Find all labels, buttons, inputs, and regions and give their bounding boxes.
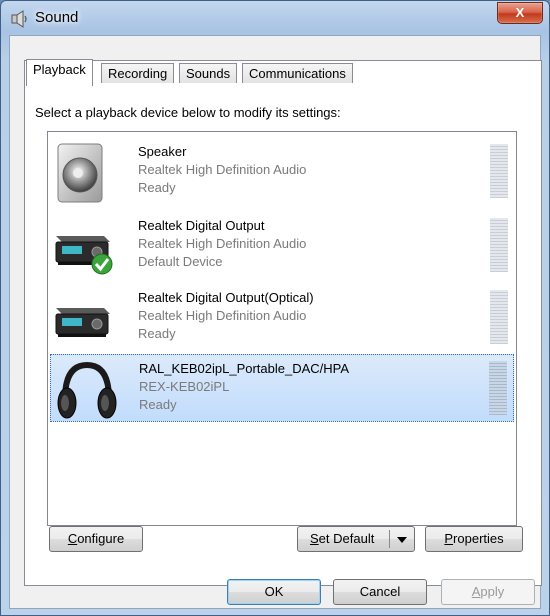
device-item-speaker[interactable]: Speaker Realtek High Definition Audio Re…	[50, 138, 514, 206]
close-button[interactable]: X	[497, 2, 543, 24]
configure-mnemonic: C	[67, 531, 78, 546]
apply-button[interactable]: Apply	[441, 579, 535, 605]
tab-communications-label: Communications	[249, 66, 346, 81]
device-driver: Realtek High Definition Audio	[138, 236, 307, 251]
cancel-button[interactable]: Cancel	[333, 579, 427, 605]
set-default-mnemonic: S	[310, 531, 319, 546]
device-name: Realtek Digital Output	[138, 218, 265, 233]
configure-label: onfigure	[77, 531, 125, 546]
volume-meter	[489, 361, 507, 415]
ok-button[interactable]: OK	[227, 579, 321, 605]
close-icon: X	[515, 5, 525, 20]
sound-app-icon	[11, 10, 27, 28]
ok-label: OK	[264, 584, 284, 599]
tab-sounds-label: Sounds	[186, 66, 231, 81]
apply-label: pply	[480, 584, 505, 599]
tab-recording[interactable]: Recording	[101, 63, 175, 83]
instruction-text: Select a playback device below to modify…	[35, 105, 341, 120]
digital-output-icon	[55, 308, 110, 337]
sound-dialog-window: Sound X Playback Recording Sounds Commun…	[0, 0, 550, 616]
device-name: Realtek Digital Output(Optical)	[138, 290, 314, 305]
cancel-label: Cancel	[359, 584, 401, 599]
device-driver: Realtek High Definition Audio	[138, 162, 307, 177]
device-status: Default Device	[138, 254, 223, 269]
device-status: Ready	[138, 180, 176, 195]
set-default-label: et Default	[318, 531, 375, 546]
device-item-realtek-digital-output[interactable]: Realtek Digital Output Realtek High Defi…	[50, 212, 514, 280]
tab-playback[interactable]: Playback	[26, 59, 93, 86]
tab-sounds[interactable]: Sounds	[179, 63, 238, 83]
set-default-button[interactable]: Set Default	[297, 526, 415, 552]
device-name: RAL_KEB02ipL_Portable_DAC/HPA	[139, 361, 350, 376]
device-driver: Realtek High Definition Audio	[138, 308, 307, 323]
properties-button[interactable]: Properties	[425, 526, 523, 552]
speaker-icon	[57, 143, 103, 203]
playback-device-list[interactable]: Speaker Realtek High Definition Audio Re…	[47, 131, 517, 526]
device-status: Ready	[138, 326, 176, 341]
properties-mnemonic: P	[444, 531, 454, 546]
device-status: Ready	[139, 397, 177, 412]
properties-label: roperties	[453, 531, 504, 546]
volume-meter	[490, 144, 508, 198]
device-item-realtek-digital-output-optical[interactable]: Realtek Digital Output(Optical) Realtek …	[50, 284, 514, 352]
volume-meter	[490, 218, 508, 272]
headphones-icon	[57, 361, 117, 419]
volume-meter	[490, 290, 508, 344]
device-item-ral-keb02ipl-dac[interactable]: RAL_KEB02ipL_Portable_DAC/HPA REX-KEB02i…	[50, 354, 514, 422]
device-driver: REX-KEB02iPL	[139, 379, 230, 394]
tab-recording-label: Recording	[108, 66, 168, 81]
tab-communications[interactable]: Communications	[242, 63, 353, 83]
split-divider	[389, 530, 390, 548]
configure-button[interactable]: Configure	[49, 526, 143, 552]
tab-playback-label: Playback	[33, 62, 86, 77]
window-title: Sound	[35, 9, 79, 26]
dropdown-arrow-icon[interactable]	[397, 537, 407, 543]
device-name: Speaker	[138, 144, 187, 159]
title-bar[interactable]: Sound X	[1, 1, 549, 35]
digital-output-icon	[55, 236, 113, 275]
